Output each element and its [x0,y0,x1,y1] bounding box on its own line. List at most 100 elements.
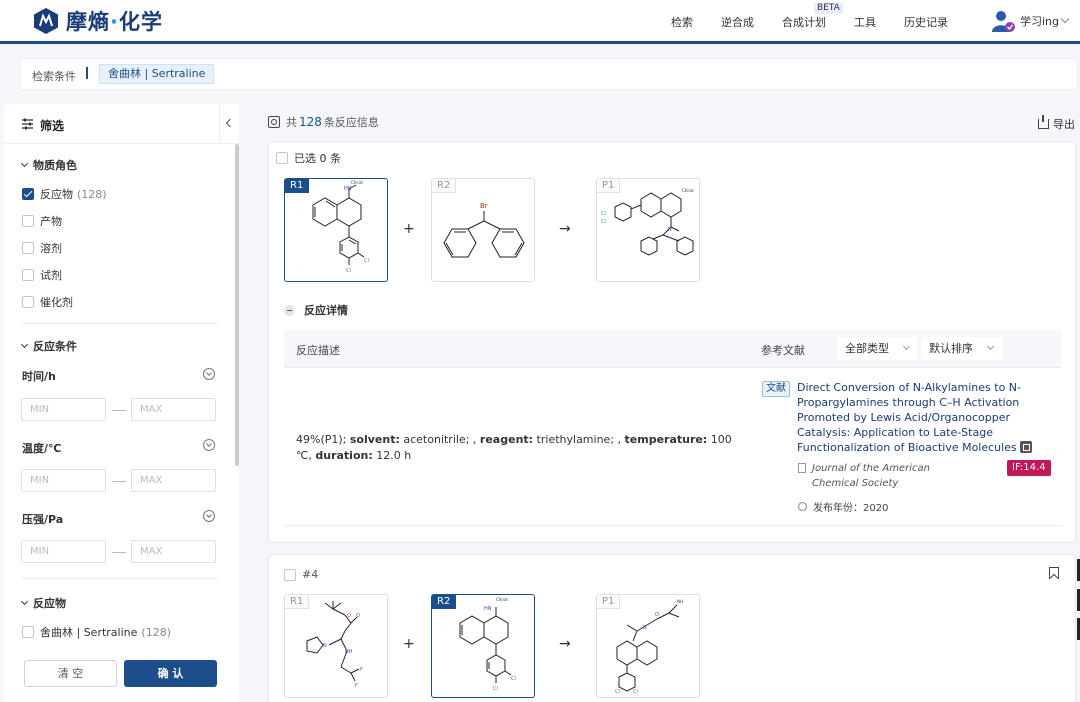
svg-text:O: O [347,613,351,619]
temperature-label: 温度/℃ [22,442,62,455]
boc-pyrazole-molecule-icon: O O N NH F F [306,601,363,689]
clear-button[interactable]: 清 空 [24,660,117,687]
collapse-sidebar-button[interactable] [219,104,239,144]
journal-name: Journal of the American Chemical Society [798,461,978,491]
role-product-option[interactable]: 产物 [22,213,62,229]
reactant-r1-structure[interactable]: HN Chiral Cl Cl R1 [284,178,388,282]
reaction-description: 49%(P1); solvent: acetonitrile; , reagen… [296,433,732,462]
svg-text:F: F [355,683,358,689]
select-all[interactable]: 已选 0 条 [276,150,341,166]
reference-title-link[interactable]: Direct Conversion of N-Alkylamines to N-… [797,380,1052,455]
divider [22,578,219,579]
r1-tag: R1 [285,595,310,609]
user-name: 学习ing [1020,15,1060,28]
temperature-min-input[interactable]: MIN [21,469,106,492]
external-link-icon[interactable] [1019,441,1032,453]
product-p1-structure[interactable]: Chiral Cl Cl N P1 [596,178,700,282]
app-logo[interactable]: 摩熵·化学 [32,6,163,36]
details-table-header: 反应描述 参考文献 全部类型 默认排序 [284,330,1061,368]
checkbox[interactable] [22,626,34,638]
section-reactant[interactable]: 反应物 [20,595,66,611]
p1-tag: P1 [597,595,621,609]
svg-text:Chiral: Chiral [496,597,508,602]
role-reactant-option[interactable]: 反应物 (128) [22,186,107,202]
document-icon [798,463,806,473]
plus-icon: + [403,221,415,237]
role-reagent-option[interactable]: 试剂 [22,267,62,283]
reactant-r2-structure[interactable]: Br R2 [431,178,535,282]
chevron-down-icon [902,342,911,351]
section-reaction-conditions[interactable]: 反应条件 [20,338,77,354]
expand-pressure-icon[interactable] [203,510,215,522]
divider [86,67,88,79]
svg-text:HN: HN [484,606,492,612]
scan-icon [268,116,280,128]
download-icon [1038,115,1049,129]
col-references: 参考文献 [761,344,805,357]
filter-sliders-icon [22,118,33,130]
section-substance-role[interactable]: 物质角色 [20,157,77,173]
chevron-down-icon [986,342,995,351]
svg-text:Cl: Cl [493,686,498,692]
reactant-sertraline-option[interactable]: 舍曲林 | Sertraline (128) [22,624,171,640]
nav-history[interactable]: 历史记录 [904,14,948,30]
svg-text:Cl: Cl [511,676,516,682]
time-min-input[interactable]: MIN [21,398,106,421]
r1-tag: R1 [285,179,310,193]
checkbox[interactable] [22,215,34,227]
sertraline-molecule-icon: HN Chiral Cl Cl [459,597,516,692]
bookmark-icon[interactable] [1049,567,1059,579]
checkbox[interactable] [22,242,34,254]
search-conditions-label: 检索条件 [32,70,76,83]
nav-search[interactable]: 检索 [671,14,693,30]
checkbox[interactable] [276,152,288,164]
nav-synthesis-plan[interactable]: 合成计划 [782,14,826,30]
role-solvent-option[interactable]: 溶剂 [22,240,62,256]
divider [22,323,219,324]
top-header: 摩熵·化学 检索 逆合成 合成计划 BETA 工具 历史记录 学习ing [0,0,1080,44]
plus-icon: + [403,636,415,652]
clock-icon [798,502,807,511]
role-catalyst-option[interactable]: 催化剂 [22,294,73,310]
reaction-number[interactable]: #4 [284,568,318,581]
export-button[interactable]: 导出 [1038,115,1075,132]
product-p1-structure[interactable]: N O NH Cl Cl P1 [596,594,700,698]
chevron-down-icon [1060,14,1070,24]
nav-retrosynthesis[interactable]: 逆合成 [721,14,754,30]
svg-text:N: N [323,643,327,649]
svg-text:Cl: Cl [346,268,351,274]
range-dash [112,552,126,553]
document-type-select[interactable]: 全部类型 [837,337,917,360]
svg-text:Chiral: Chiral [682,188,694,193]
reaction-details-toggle[interactable]: 反应详情 [284,302,348,318]
search-conditions-bar: 检索条件 舍曲林 | Sertraline [20,58,1078,90]
expand-time-icon[interactable] [203,368,215,380]
sidebar-scrollbar[interactable] [235,144,239,466]
pressure-max-input[interactable]: MAX [131,540,216,563]
temperature-max-input[interactable]: MAX [131,469,216,492]
literature-badge: 文献 [762,381,790,397]
user-menu[interactable]: 学习ing [990,8,1070,34]
time-label: 时间/h [22,370,56,383]
user-avatar-icon [992,11,1015,32]
beta-badge: BETA [814,3,843,14]
range-dash [112,410,126,411]
svg-text:Br: Br [480,202,488,210]
svg-text:N: N [668,227,672,233]
checkbox[interactable] [22,296,34,308]
checkbox[interactable] [284,568,296,581]
expand-temperature-icon[interactable] [203,439,215,451]
checkbox-checked[interactable] [22,188,34,200]
svg-text:HN: HN [344,186,352,192]
pressure-min-input[interactable]: MIN [21,540,106,563]
sort-select[interactable]: 默认排序 [921,337,1003,360]
chevron-down-icon [20,159,29,168]
reactant-r2-structure[interactable]: HN Chiral Cl Cl R2 [431,594,535,698]
search-condition-tag[interactable]: 舍曲林 | Sertraline [99,64,215,84]
checkbox[interactable] [22,269,34,281]
reactant-r1-structure[interactable]: O O N NH F F R1 [284,594,388,698]
time-max-input[interactable]: MAX [131,398,216,421]
confirm-button[interactable]: 确 认 [124,660,217,687]
r2-tag: R2 [432,179,457,193]
nav-tools[interactable]: 工具 [854,14,876,30]
